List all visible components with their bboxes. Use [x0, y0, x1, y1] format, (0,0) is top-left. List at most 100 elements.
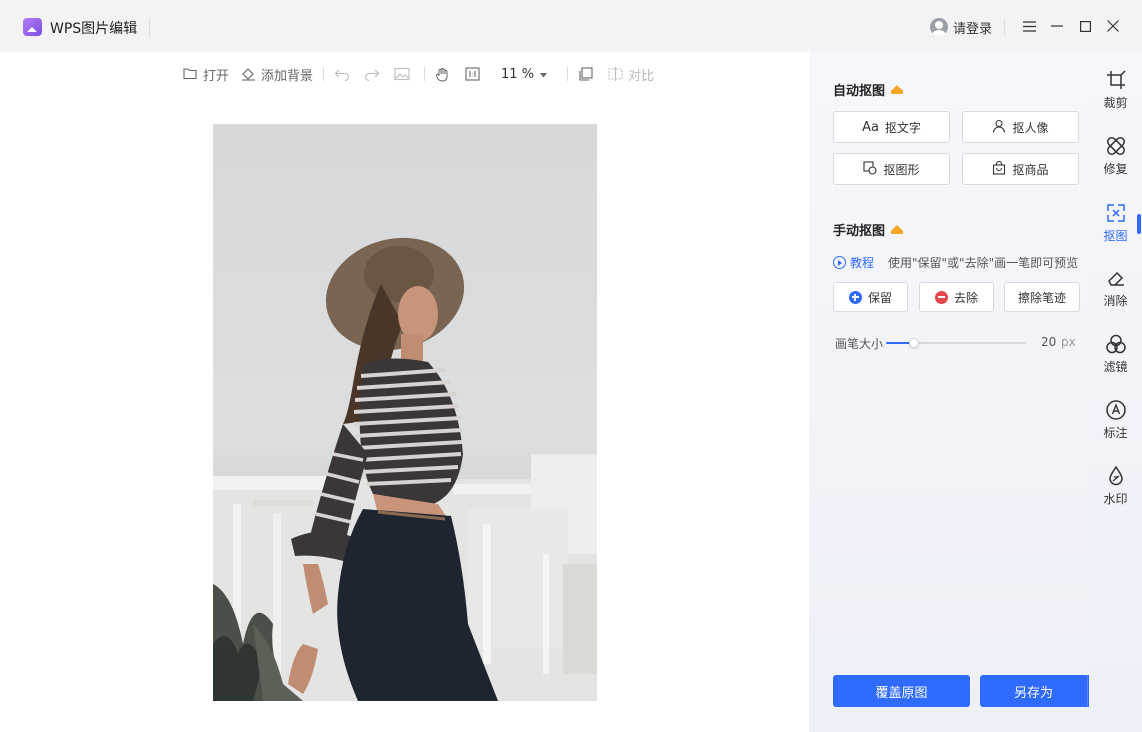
toolbar-divider — [424, 67, 426, 81]
tutorial-hint: 使用"保留"或"去除"画一笔即可预览 — [888, 256, 1079, 270]
rail-item-label: 消除 — [1103, 294, 1128, 308]
minimize-icon[interactable] — [1047, 16, 1067, 36]
compare-label: 对比 — [628, 68, 655, 84]
keep-button[interactable]: 保留 — [833, 282, 908, 312]
cutout-product-label: 抠商品 — [1012, 162, 1049, 177]
hand-icon — [435, 67, 451, 82]
rail-item-label: 修复 — [1103, 162, 1128, 176]
cutout-shape-button[interactable]: 抠图形 — [833, 153, 950, 185]
cutout-shape-label: 抠图形 — [883, 162, 920, 177]
redo-button[interactable] — [364, 67, 384, 82]
redo-icon — [364, 67, 380, 82]
photo-illustration — [213, 237, 597, 701]
toolbar-divider — [567, 67, 569, 81]
cover-original-label: 覆盖原图 — [875, 685, 928, 701]
copy-icon — [578, 67, 594, 81]
app-logo-icon — [23, 18, 42, 36]
rail-item-crop[interactable]: 裁剪 — [1089, 69, 1142, 119]
brush-size-label: 画笔大小 — [835, 337, 884, 351]
edited-photo[interactable] — [213, 124, 597, 701]
compare-button[interactable]: 对比 — [608, 65, 654, 84]
brush-size-slider[interactable] — [886, 338, 1026, 348]
tutorial-link[interactable]: 教程 — [833, 254, 874, 271]
rail-item-filter[interactable]: 滤镜 — [1089, 333, 1142, 383]
brush-size-thumb[interactable] — [909, 338, 919, 348]
image-button[interactable] — [394, 67, 414, 81]
remove-button[interactable]: 去除 — [919, 282, 994, 312]
minus-circle-icon — [934, 290, 948, 304]
open-button[interactable]: 打开 — [183, 65, 229, 84]
tutorial-label: 教程 — [850, 256, 875, 270]
auto-cutout-title: 自动抠图 — [833, 80, 904, 99]
window-controls-divider — [1004, 18, 1005, 36]
menu-icon[interactable] — [1019, 16, 1039, 36]
cover-original-button[interactable]: 覆盖原图 — [833, 675, 970, 707]
login-label: 请登录 — [953, 21, 993, 37]
annotate-icon — [1105, 399, 1127, 421]
cutout-text-button[interactable]: Aa 抠文字 — [833, 111, 950, 143]
save-as-button[interactable]: 另存为 — [980, 675, 1087, 707]
zoom-value: 11 % — [501, 66, 535, 82]
eraser-icon — [1105, 267, 1127, 289]
save-as-label: 另存为 — [1013, 685, 1053, 701]
app-title: WPS图片编辑 — [50, 21, 138, 37]
toolbar-divider — [323, 67, 325, 81]
bandage-icon — [1105, 135, 1127, 157]
open-label: 打开 — [203, 68, 230, 84]
cutout-portrait-button[interactable]: 抠人像 — [962, 111, 1079, 143]
close-icon[interactable] — [1103, 16, 1123, 36]
manual-cutout-title: 手动抠图 — [833, 220, 904, 239]
watermark-icon — [1105, 465, 1127, 487]
shape-icon — [863, 160, 878, 178]
hand-tool-button[interactable] — [435, 67, 455, 82]
crown-icon — [891, 225, 904, 234]
title-bar: WPS图片编辑 请登录 — [0, 0, 1142, 52]
bag-icon — [992, 160, 1006, 178]
login-button[interactable]: 请登录 — [930, 17, 992, 37]
add-background-button[interactable]: 添加背景 — [241, 65, 313, 84]
rail-item-label: 裁剪 — [1103, 96, 1128, 110]
rail-item-erase[interactable]: 消除 — [1089, 267, 1142, 317]
rail-item-watermark[interactable]: 水印 — [1089, 465, 1142, 515]
rail-item-cutout[interactable]: 抠图 — [1089, 202, 1142, 252]
rail-item-repair[interactable]: 修复 — [1089, 135, 1142, 185]
copy-button[interactable] — [578, 67, 598, 81]
paint-bucket-icon — [241, 67, 257, 81]
remove-label: 去除 — [953, 290, 978, 305]
actual-size-button[interactable] — [465, 67, 485, 81]
cutout-text-label: 抠文字 — [884, 120, 921, 135]
rail-item-label: 滤镜 — [1103, 360, 1128, 374]
play-icon — [833, 256, 846, 269]
plus-circle-icon — [848, 290, 862, 304]
cutout-product-button[interactable]: 抠商品 — [962, 153, 1079, 185]
rail-item-annotate[interactable]: 标注 — [1089, 399, 1142, 449]
cutout-panel: 自动抠图 Aa 抠文字 抠人像 抠图形 抠商品 手动抠图 教程 使用"保留"或"… — [809, 52, 1117, 732]
crown-icon — [891, 85, 904, 94]
chevron-down-icon — [540, 67, 548, 82]
crop-icon — [1105, 69, 1127, 91]
tool-rail: 裁剪 修复 抠图 消除 滤镜 标注 水印 — [1089, 52, 1142, 732]
erase-strokes-button[interactable]: 擦除笔迹 — [1004, 282, 1080, 312]
auto-cutout-title-text: 自动抠图 — [833, 84, 886, 99]
maximize-icon[interactable] — [1075, 16, 1095, 36]
undo-button[interactable] — [334, 67, 354, 82]
brush-size-unit: px — [1061, 335, 1076, 349]
add-background-label: 添加背景 — [261, 68, 314, 84]
brush-size-value: 20 — [1041, 335, 1057, 349]
compare-icon — [608, 67, 624, 81]
tutorial-row: 教程 使用"保留"或"去除"画一笔即可预览 — [833, 254, 1078, 271]
folder-icon — [183, 67, 199, 81]
filter-icon — [1105, 333, 1127, 355]
rail-item-label: 抠图 — [1103, 229, 1128, 243]
keep-label: 保留 — [867, 290, 892, 305]
undo-icon — [334, 67, 350, 82]
zoom-select[interactable]: 11 % — [501, 66, 548, 82]
person-icon — [992, 119, 1006, 136]
text-aa-icon: Aa — [862, 119, 879, 135]
erase-strokes-label: 擦除笔迹 — [1017, 290, 1066, 305]
manual-cutout-title-text: 手动抠图 — [833, 224, 886, 239]
rail-item-label: 标注 — [1103, 426, 1128, 440]
actual-size-icon — [465, 67, 481, 81]
cutout-portrait-label: 抠人像 — [1012, 120, 1049, 135]
image-toolbar: 打开 添加背景 11 % 对比 — [183, 64, 654, 84]
